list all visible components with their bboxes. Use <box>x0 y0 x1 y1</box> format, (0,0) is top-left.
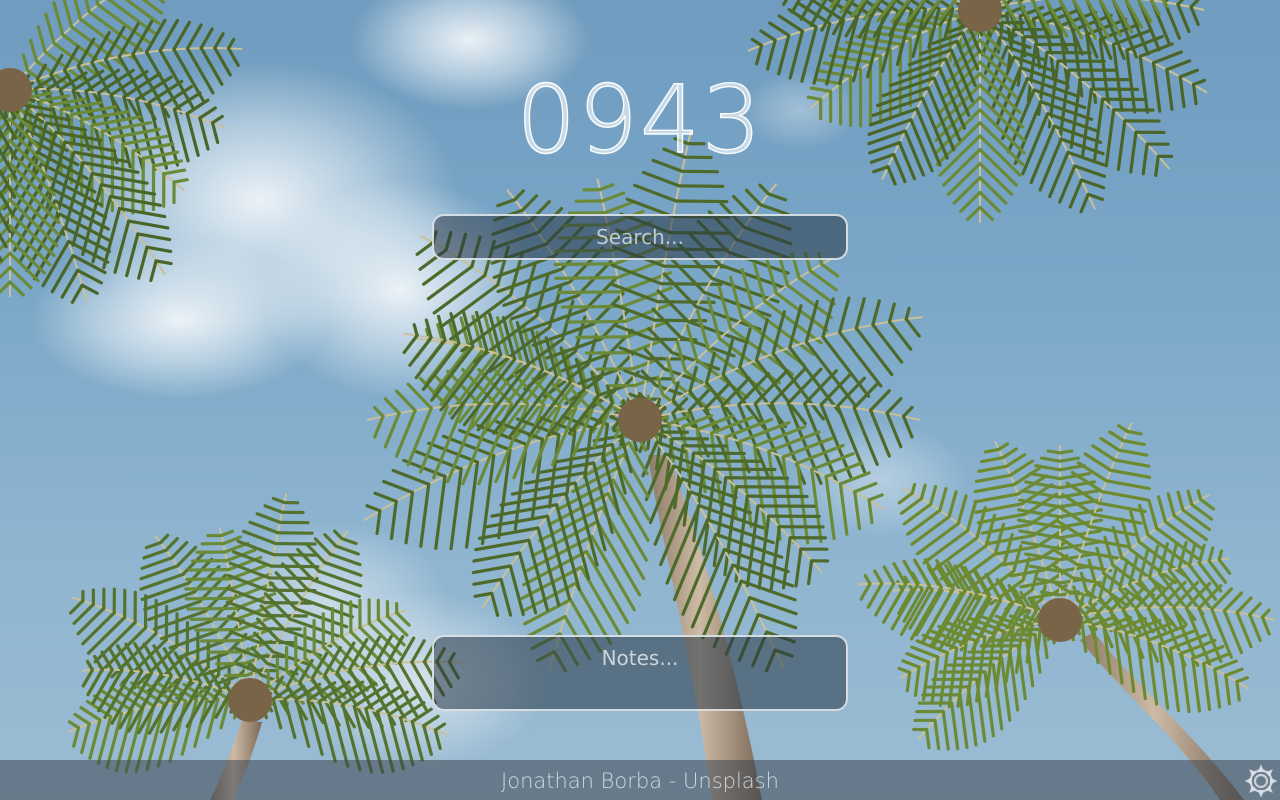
notes-input[interactable] <box>434 637 846 709</box>
settings-button[interactable] <box>1244 764 1278 798</box>
photo-credit: Jonathan Borba - Unsplash <box>501 769 779 793</box>
clock-digits: 0943 <box>516 65 764 175</box>
clock-time: 0943 <box>0 65 1280 176</box>
new-tab-page: 0943 Jonathan Borba - Unsplash <box>0 0 1280 800</box>
search-input[interactable] <box>434 216 846 258</box>
gear-icon <box>1244 764 1278 798</box>
search-box <box>432 214 848 260</box>
notes-box <box>432 635 848 711</box>
footer-bar: Jonathan Borba - Unsplash <box>0 760 1280 800</box>
